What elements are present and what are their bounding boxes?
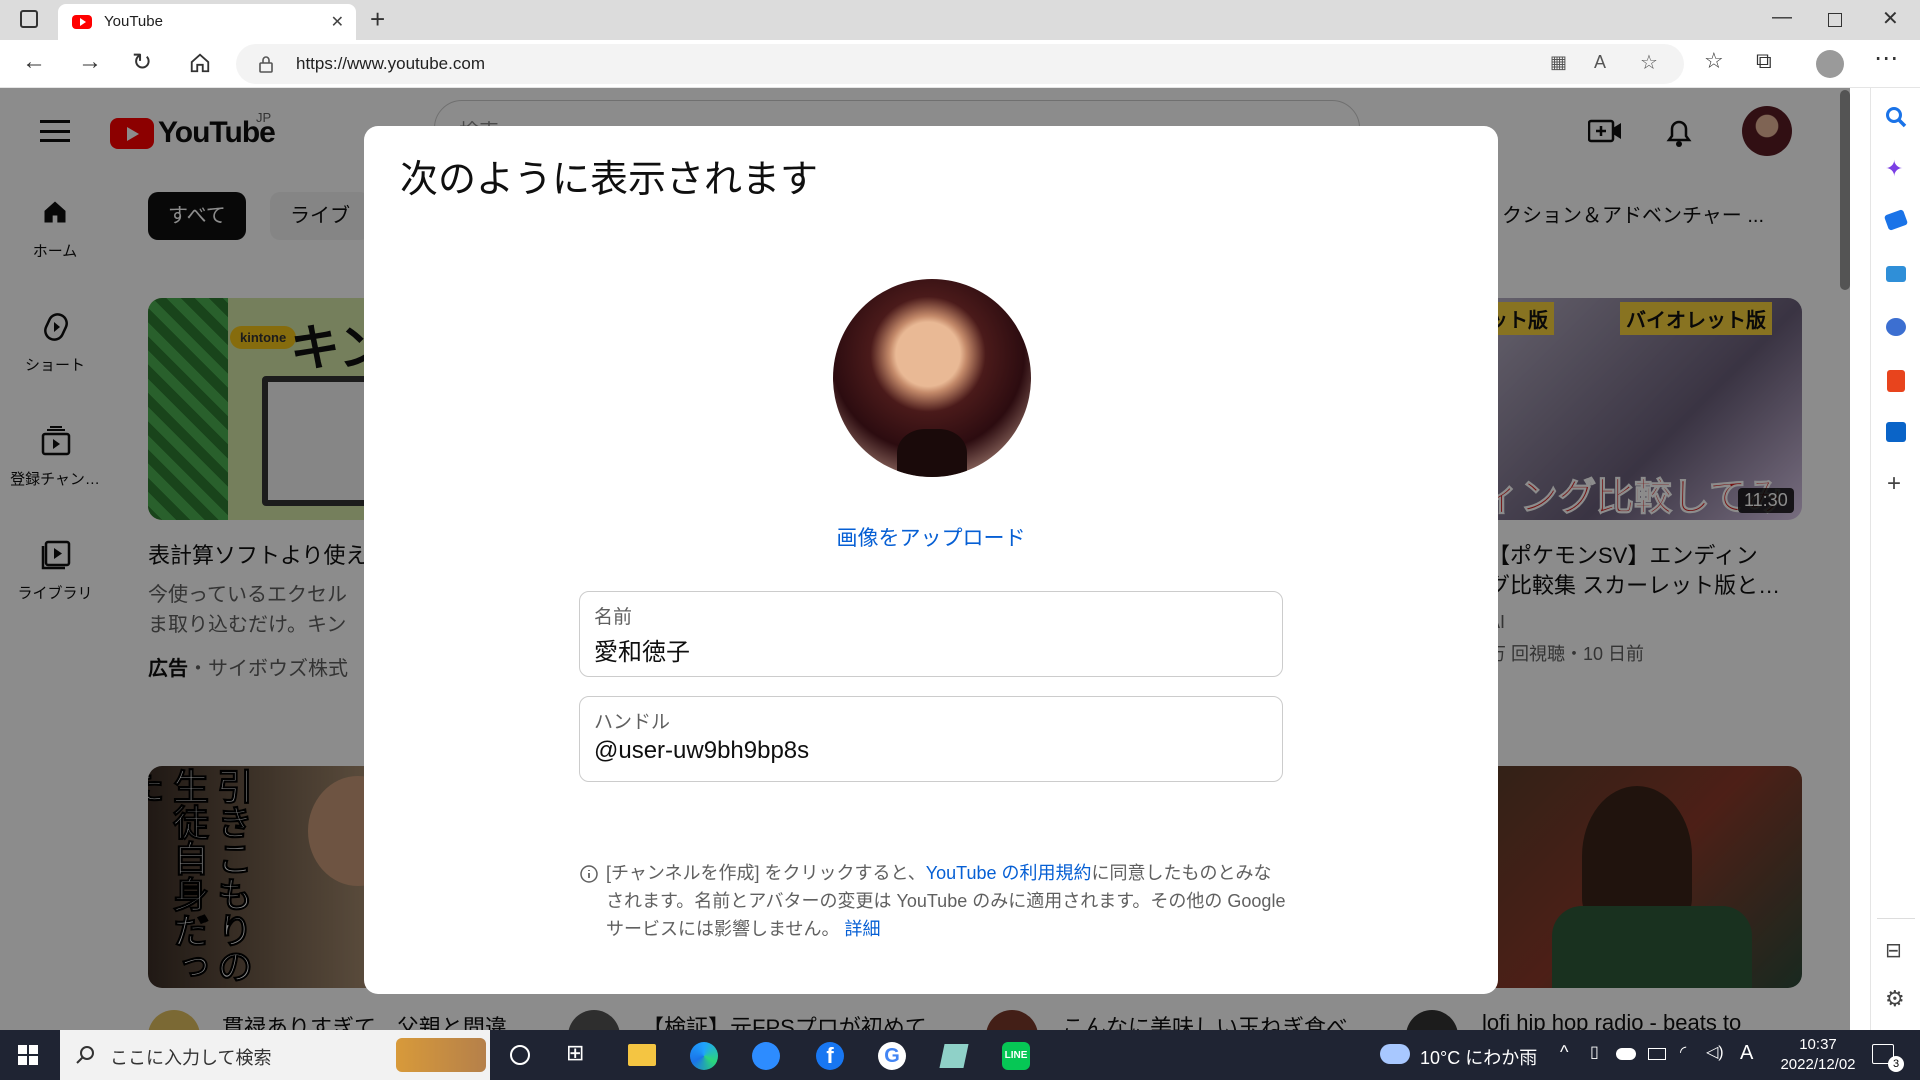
cortana-icon[interactable] [510, 1045, 530, 1065]
onedrive-icon[interactable] [1616, 1048, 1636, 1060]
info-icon [580, 865, 598, 883]
battery-icon[interactable] [1648, 1048, 1666, 1060]
terms-of-service-link[interactable]: YouTube の利用規約 [926, 863, 1092, 883]
more-menu-icon[interactable]: ⋯ [1874, 44, 1898, 73]
name-input[interactable]: 愛和徳子 [594, 632, 690, 667]
search-highlight-image [396, 1038, 486, 1072]
browser-tab-youtube[interactable]: YouTube ✕ [58, 4, 356, 40]
youtube-favicon-icon [72, 15, 92, 29]
games-icon[interactable] [1886, 318, 1906, 336]
refresh-icon[interactable]: ↻ [132, 48, 152, 77]
zoom-icon[interactable] [752, 1042, 780, 1070]
task-view-icon[interactable]: ⊞ [566, 1040, 584, 1066]
discover-icon[interactable]: ✦ [1885, 156, 1903, 182]
windows-start-icon[interactable] [18, 1045, 38, 1065]
facebook-icon[interactable]: f [816, 1042, 844, 1070]
tray-chevron-icon[interactable]: ^ [1560, 1042, 1568, 1063]
tray-device-icon[interactable]: ▯ [1590, 1042, 1599, 1062]
name-label: 名前 [594, 607, 633, 628]
volume-icon[interactable]: ◁) [1706, 1042, 1724, 1062]
terms-text-1: [チャンネルを作成] をクリックすると、 [606, 863, 926, 883]
search-icon[interactable] [1885, 106, 1907, 128]
line-app-icon[interactable]: LINE [1002, 1042, 1030, 1070]
new-tab-icon[interactable]: + [370, 4, 385, 35]
tab-actions-icon[interactable] [20, 10, 38, 28]
browser-tab-bar: YouTube ✕ + — ✕ [0, 0, 1920, 40]
read-aloud-icon[interactable]: A [1594, 52, 1606, 73]
notification-count: 3 [1888, 1056, 1904, 1072]
add-sidebar-icon[interactable]: + [1887, 470, 1901, 498]
profile-photo [833, 279, 1031, 477]
favorites-icon[interactable]: ☆ [1704, 48, 1724, 74]
learn-more-link[interactable]: 詳細 [844, 919, 880, 939]
file-explorer-icon[interactable] [628, 1044, 656, 1066]
back-icon[interactable]: ← [22, 48, 46, 76]
name-field[interactable]: 名前 愛和徳子 [579, 591, 1283, 677]
clock-date[interactable]: 2022/12/02 [1766, 1056, 1870, 1073]
weather-text[interactable]: 10°C にわか雨 [1420, 1044, 1537, 1070]
sidebar-divider [1877, 918, 1915, 919]
taskbar-search-icon [76, 1046, 94, 1064]
windows-taskbar: ここに入力して検索 ⊞ f G LINE 10°C にわか雨 ^ ▯ ◜ ◁) … [0, 1030, 1920, 1080]
clock-time[interactable]: 10:37 [1786, 1036, 1850, 1053]
taskbar-search-box[interactable]: ここに入力して検索 [60, 1030, 490, 1080]
tools-icon[interactable] [1886, 266, 1906, 282]
wifi-icon[interactable]: ◜ [1680, 1042, 1686, 1062]
shopping-icon[interactable] [1883, 209, 1909, 231]
tab-title: YouTube [104, 13, 163, 30]
forward-icon[interactable]: → [78, 48, 102, 76]
edge-sidebar: ✦ + ⊟ ⚙ [1870, 88, 1920, 1030]
terms-note: [チャンネルを作成] をクリックすると、YouTube の利用規約に同意したもの… [606, 859, 1286, 943]
handle-label: ハンドル [594, 712, 671, 733]
upload-image-link[interactable]: 画像をアップロード [364, 522, 1498, 552]
browser-toolbar: ← → ↻ https://www.youtube.com ▦ A ☆ ☆ ⧉ … [0, 40, 1920, 88]
handle-input[interactable]: @user-uw9bh9bp8s [594, 737, 809, 765]
google-icon[interactable]: G [878, 1042, 906, 1070]
ime-indicator[interactable]: A [1740, 1042, 1753, 1065]
edge-taskbar-icon[interactable] [690, 1042, 718, 1070]
tab-close-icon[interactable]: ✕ [331, 12, 344, 32]
add-favorite-icon[interactable]: ☆ [1640, 50, 1658, 75]
minimize-icon[interactable]: — [1772, 6, 1792, 29]
handle-field[interactable]: ハンドル @user-uw9bh9bp8s [579, 696, 1283, 782]
dialog-title: 次のように表示されます [400, 159, 819, 201]
office-icon[interactable] [1887, 370, 1905, 392]
channel-preview-dialog: 次のように表示されます 画像をアップロード 名前 愛和徳子 ハンドル @user… [364, 126, 1498, 994]
window-close-icon[interactable]: ✕ [1882, 6, 1899, 31]
hide-sidebar-icon[interactable]: ⊟ [1885, 938, 1902, 963]
app-available-icon[interactable]: ▦ [1550, 52, 1567, 73]
outlook-icon[interactable] [1886, 422, 1906, 442]
home-browser-icon[interactable] [189, 52, 211, 74]
lock-icon [259, 56, 273, 73]
notepad-icon[interactable] [939, 1044, 969, 1068]
sidebar-settings-icon[interactable]: ⚙ [1885, 986, 1905, 1012]
address-bar[interactable]: https://www.youtube.com ▦ A ☆ [236, 44, 1684, 84]
taskbar-search-text: ここに入力して検索 [110, 1048, 272, 1068]
weather-icon[interactable] [1380, 1044, 1410, 1064]
url-text: https://www.youtube.com [296, 54, 485, 73]
collections-icon[interactable]: ⧉ [1756, 48, 1772, 74]
profile-icon[interactable] [1816, 50, 1844, 78]
maximize-icon[interactable] [1828, 13, 1842, 27]
